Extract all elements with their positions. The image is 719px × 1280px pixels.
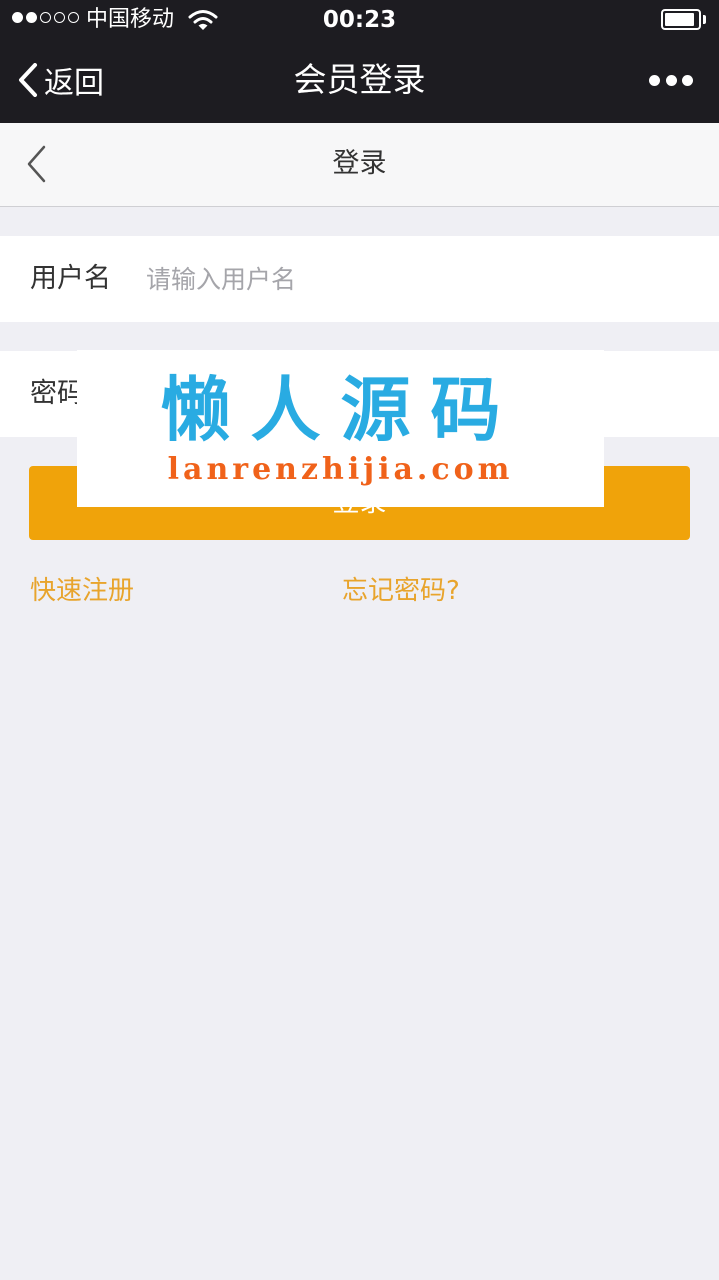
watermark-url: lanrenzhijia.com <box>167 452 514 487</box>
register-link[interactable]: 快速注册 <box>30 572 134 610</box>
username-row: 用户名 <box>0 236 719 322</box>
page-title: 会员登录 <box>293 60 426 99</box>
sub-header-title: 登录 <box>332 148 387 179</box>
battery-icon <box>661 9 701 30</box>
sub-header: 登录 <box>0 123 719 207</box>
more-dot <box>665 74 677 86</box>
more-dot <box>682 74 693 86</box>
battery-level <box>665 13 694 26</box>
clock: 00:23 <box>322 7 397 33</box>
more-dot <box>649 74 660 86</box>
watermark: 懒人源码 lanrenzhijia.com <box>77 350 604 507</box>
status-bar: 中国移动 00:23 <box>0 0 719 40</box>
username-label: 用户名 <box>30 263 111 294</box>
battery-tip <box>703 15 706 24</box>
forgot-password-link[interactable]: 忘记密码? <box>342 572 460 610</box>
nav-bar: 返回 会员登录 <box>0 40 719 123</box>
more-dots-icon[interactable] <box>649 72 693 88</box>
username-input[interactable] <box>146 258 686 300</box>
watermark-title: 懒人源码 <box>160 368 521 451</box>
password-label: 密码 <box>30 378 84 409</box>
top-bar: 中国移动 00:23 返回 会员登录 <box>0 0 719 123</box>
